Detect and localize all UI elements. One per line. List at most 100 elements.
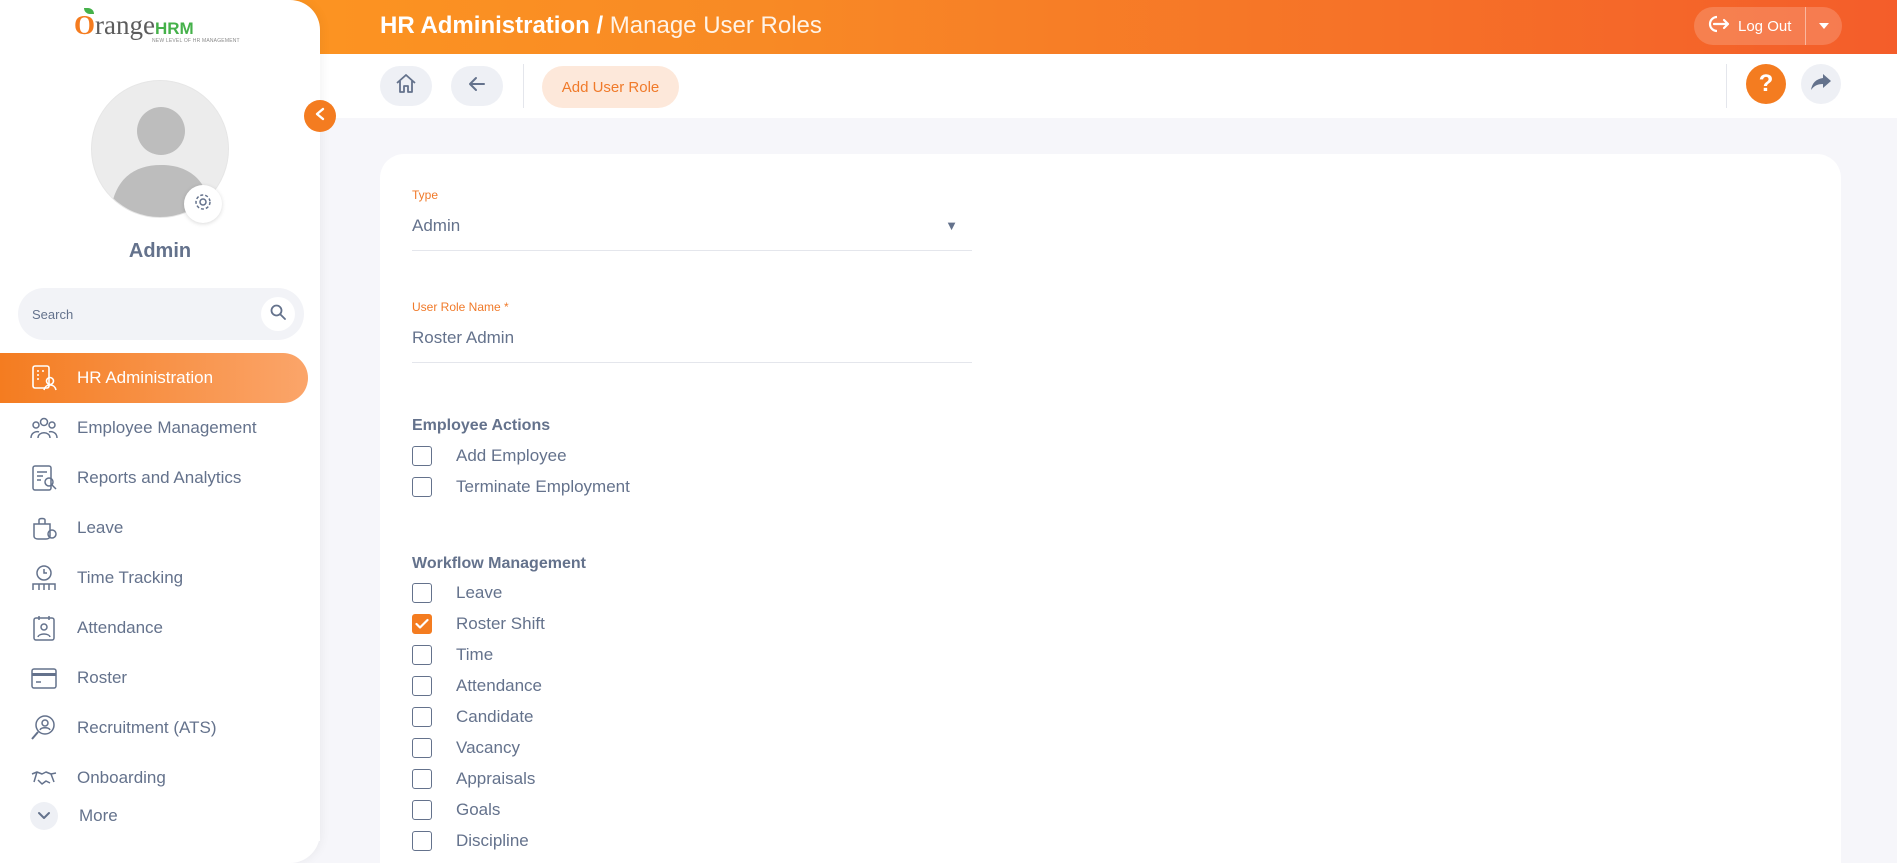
sidebar-item-attendance[interactable]: Attendance: [0, 603, 320, 653]
username: Admin: [128, 240, 192, 262]
checkbox-box[interactable]: [412, 583, 432, 603]
share-icon: [1810, 72, 1832, 97]
gear-icon: [193, 192, 213, 217]
sidebar-item-leave[interactable]: Leave: [0, 503, 320, 553]
checkbox-label: Terminate Employment: [456, 477, 630, 496]
checkbox-box[interactable]: [412, 446, 432, 466]
chevron-left-icon: [314, 107, 326, 126]
checkbox-box[interactable]: [412, 831, 432, 851]
sidebar-menu: HR Administration Employee Management Re…: [0, 353, 320, 791]
logo-brand: OrangeHRM: [74, 10, 194, 40]
toolbar-divider-right: [1726, 64, 1727, 108]
sidebar-item-recruitment[interactable]: Recruitment (ATS): [0, 703, 320, 753]
checkbox-vacancy[interactable]: Vacancy: [412, 736, 520, 760]
logout-icon: [1706, 14, 1730, 38]
type-label: Type: [412, 188, 439, 202]
profile-settings-button[interactable]: [184, 185, 222, 223]
logo-tagline: NEW LEVEL OF HR MANAGEMENT: [152, 38, 240, 44]
reports-icon: [28, 462, 60, 494]
time-tracking-icon: [28, 562, 60, 594]
toolbar-divider: [523, 64, 524, 108]
checkbox-roster-shift[interactable]: Roster Shift: [412, 612, 545, 636]
sidebar-item-label: Time Tracking: [77, 568, 184, 587]
checkmark-icon: [415, 618, 429, 629]
checkbox-add-employee[interactable]: Add Employee: [412, 444, 567, 468]
sidebar-item-label: Attendance: [77, 618, 164, 637]
user-role-name-input[interactable]: Roster Admin: [412, 328, 972, 363]
sidebar-item-label: HR Administration: [77, 368, 214, 387]
type-select[interactable]: Admin ▼: [412, 216, 972, 251]
checkbox-box[interactable]: [412, 707, 432, 727]
user-role-form-card: Type Admin ▼ User Role Name * Roster Adm…: [380, 154, 1841, 863]
sidebar-item-time-tracking[interactable]: Time Tracking: [0, 553, 320, 603]
user-role-name-label: User Role Name *: [412, 300, 509, 314]
sidebar-item-roster[interactable]: Roster: [0, 653, 320, 703]
leave-icon: [28, 512, 60, 544]
checkbox-time[interactable]: Time: [412, 643, 493, 667]
sidebar-item-reports-and-analytics[interactable]: Reports and Analytics: [0, 453, 320, 503]
checkbox-label: Time: [456, 645, 494, 664]
checkbox-goals[interactable]: Goals: [412, 798, 500, 822]
sidebar-collapse-button[interactable]: [304, 100, 336, 132]
sidebar-item-label: Onboarding: [77, 768, 166, 787]
checkbox-appraisals[interactable]: Appraisals: [412, 767, 535, 791]
breadcrumb-page: Manage User Roles: [609, 12, 822, 39]
help-icon: ?: [1758, 70, 1774, 97]
checkbox-label: Roster Shift: [456, 614, 545, 633]
search-icon: [270, 304, 286, 325]
checkbox-label: Discipline: [456, 831, 529, 850]
checkbox-candidate[interactable]: Candidate: [412, 705, 534, 729]
checkbox-terminate-employment[interactable]: Terminate Employment: [412, 475, 630, 499]
checkbox-box[interactable]: [412, 645, 432, 665]
checkbox-box[interactable]: [412, 769, 432, 789]
checkbox-attendance[interactable]: Attendance: [412, 674, 542, 698]
add-user-role-button[interactable]: Add User Role: [542, 66, 679, 108]
sidebar-item-label: Reports and Analytics: [77, 468, 242, 487]
checkbox-label: Candidate: [456, 707, 534, 726]
back-button[interactable]: [451, 66, 503, 106]
checkbox-leave[interactable]: Leave: [412, 581, 502, 605]
search-button[interactable]: [261, 297, 295, 331]
checkbox-label: Attendance: [456, 676, 543, 695]
home-button[interactable]: [380, 66, 432, 106]
sidebar-more-button[interactable]: More: [0, 791, 320, 841]
onboarding-icon: [28, 762, 60, 791]
checkbox-discipline[interactable]: Discipline: [412, 829, 529, 853]
search-input[interactable]: [18, 306, 261, 322]
share-button[interactable]: [1801, 64, 1841, 104]
chevron-down-icon: [30, 802, 58, 830]
type-field: Type Admin ▼: [412, 188, 972, 251]
employee-management-icon: [28, 412, 60, 444]
checkbox-box[interactable]: [412, 738, 432, 758]
sidebar-item-label: Leave: [77, 518, 124, 537]
workflow-management-heading: Workflow Management: [412, 555, 586, 572]
logout-label: Log Out: [1738, 17, 1792, 35]
caret-down-icon: [1818, 17, 1830, 35]
logout-button[interactable]: Log Out: [1694, 7, 1805, 45]
hr-admin-icon: [28, 362, 60, 394]
checkbox-label: Goals: [456, 800, 501, 819]
sidebar-item-employee-management[interactable]: Employee Management: [0, 403, 320, 453]
arrow-left-icon: [467, 74, 487, 99]
checkbox-box[interactable]: [412, 800, 432, 820]
orangehrm-logo[interactable]: OrangeHRM NEW LEVEL OF HR MANAGEMENT: [74, 8, 244, 48]
action-toolbar: Add User Role ?: [320, 54, 1897, 118]
checkbox-label: Leave: [456, 583, 503, 602]
logout-control: Log Out: [1694, 7, 1842, 45]
checkbox-label: Add Employee: [456, 446, 567, 465]
required-mark: *: [504, 300, 509, 314]
page-title: HR Administration / Manage User Roles: [380, 12, 822, 40]
attendance-icon: [28, 612, 60, 644]
user-menu-dropdown[interactable]: [1806, 7, 1842, 45]
help-button[interactable]: ?: [1746, 64, 1786, 104]
checkbox-box[interactable]: [412, 477, 432, 497]
user-role-name-field: User Role Name * Roster Admin: [412, 300, 972, 363]
checkbox-label: Appraisals: [456, 769, 536, 788]
checkbox-box-checked[interactable]: [412, 614, 432, 634]
checkbox-box[interactable]: [412, 676, 432, 696]
roster-icon: [28, 662, 60, 694]
sidebar-item-onboarding[interactable]: Onboarding: [0, 753, 320, 791]
more-label: More: [79, 806, 118, 825]
sidebar-item-hr-administration[interactable]: HR Administration: [0, 353, 308, 403]
home-icon: [394, 72, 418, 101]
